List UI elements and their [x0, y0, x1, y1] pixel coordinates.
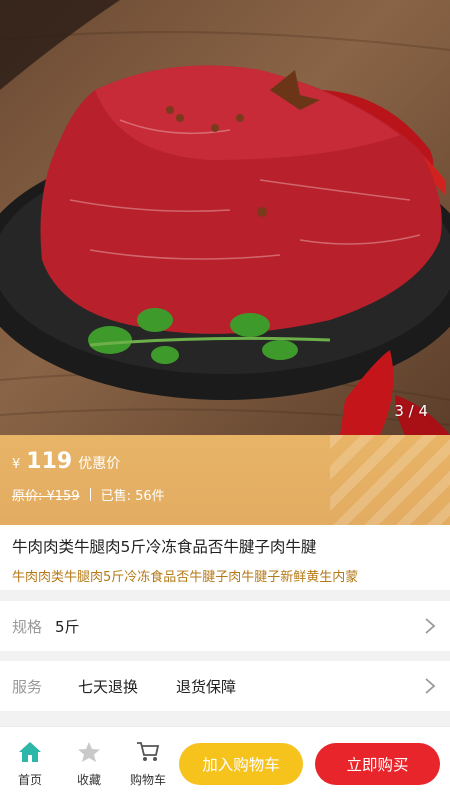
spec-row[interactable]: 规格 5斤	[0, 601, 450, 651]
tab-home[interactable]: 首页	[5, 741, 55, 788]
star-icon	[78, 742, 100, 762]
image-page-indicator: 3 / 4	[394, 402, 428, 420]
spec-value: 5斤	[55, 618, 80, 636]
cart-icon	[137, 742, 160, 761]
service-label: 服务	[12, 678, 43, 696]
beef-photo	[0, 0, 450, 435]
original-price: 原价: ¥159	[12, 489, 80, 504]
chevron-right-icon	[425, 678, 436, 694]
product-title: 牛肉肉类牛腿肉5斤冷冻食品否牛腱子肉牛腱	[12, 538, 317, 556]
tab-cart[interactable]: 购物车	[123, 741, 173, 788]
sale-price: 119	[26, 449, 73, 474]
currency-symbol: ¥	[12, 457, 21, 472]
sold-count: 已售: 56件	[100, 489, 165, 504]
add-to-cart-button[interactable]: 加入购物车	[179, 743, 303, 785]
sale-price-tag: 优惠价	[78, 456, 121, 472]
tab-favorite[interactable]: 收藏	[64, 741, 114, 788]
service-item: 七天退换	[78, 678, 139, 696]
service-row[interactable]: 服务 七天退换 退货保障	[0, 661, 450, 711]
home-icon	[19, 742, 41, 762]
buy-now-button[interactable]: 立即购买	[315, 743, 440, 785]
product-image-carousel[interactable]: 3 / 4	[0, 0, 450, 435]
service-item: 退货保障	[176, 678, 237, 696]
bottom-action-bar: 首页 收藏 购物车 加入购物车 立即购买	[0, 726, 450, 800]
tab-home-label: 首页	[17, 773, 42, 787]
tab-favorite-label: 收藏	[76, 773, 101, 787]
product-info: 牛肉肉类牛腿肉5斤冷冻食品否牛腱子肉牛腱 牛肉肉类牛腿肉5斤冷冻食品否牛腱子肉牛…	[0, 525, 450, 590]
product-subtitle: 牛肉肉类牛腿肉5斤冷冻食品否牛腱子肉牛腱子新鲜黄生内蒙	[12, 570, 359, 585]
decorative-stripes	[330, 435, 450, 525]
tab-cart-label: 购物车	[129, 773, 166, 787]
price-banner: ¥ 119 优惠价 原价: ¥159 已售: 56件	[0, 435, 450, 525]
chevron-right-icon	[425, 618, 436, 634]
divider	[89, 488, 91, 501]
spec-label: 规格	[12, 618, 43, 636]
